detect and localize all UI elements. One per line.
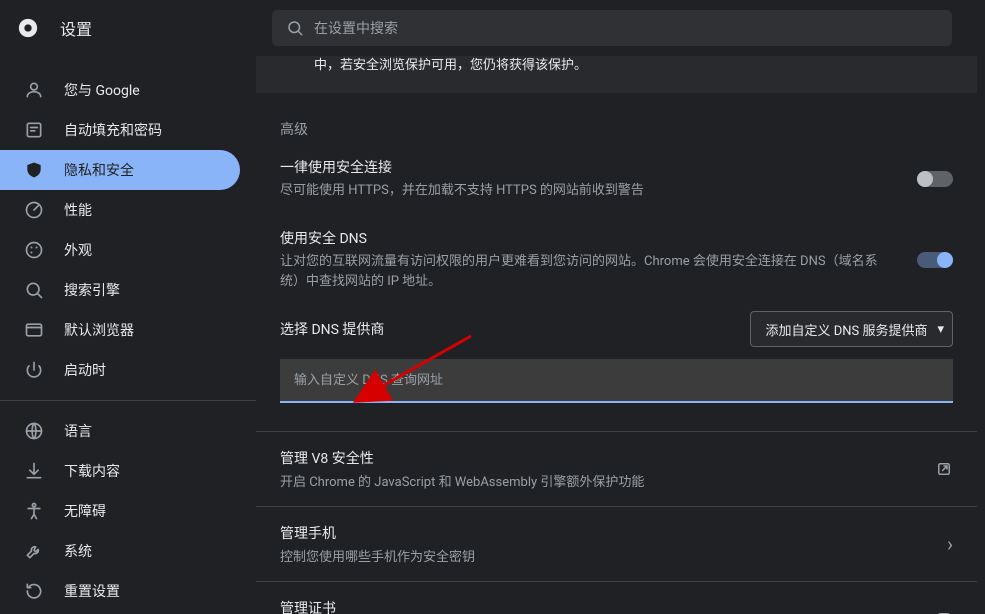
secure-dns-toggle[interactable]	[917, 252, 953, 268]
external-link-icon	[935, 460, 953, 478]
dns-provider-row: 选择 DNS 提供商 添加自定义 DNS 服务提供商 ▾	[256, 305, 977, 357]
sidebar-item-autofill[interactable]: 自动填充和密码	[0, 110, 240, 150]
always-https-row: 一律使用安全连接 尽可能使用 HTTPS，并在加载不支持 HTTPS 的网站前收…	[256, 143, 977, 215]
sidebar-item-downloads[interactable]: 下载内容	[0, 451, 240, 491]
sidebar-item-privacy[interactable]: 隐私和安全	[0, 150, 240, 190]
always-https-toggle[interactable]	[917, 171, 953, 187]
sidebar-item-label: 默认浏览器	[64, 320, 134, 340]
dns-provider-selected-value: 添加自定义 DNS 服务提供商	[765, 320, 927, 339]
globe-icon	[24, 421, 44, 441]
custom-dns-url-input[interactable]	[280, 359, 953, 403]
sidebar-item-label: 自动填充和密码	[64, 120, 162, 140]
manage-v8-security-row[interactable]: 管理 V8 安全性 开启 Chrome 的 JavaScript 和 WebAs…	[256, 431, 977, 506]
wrench-icon	[24, 541, 44, 561]
download-icon	[24, 461, 44, 481]
sidebar-item-performance[interactable]: 性能	[0, 190, 240, 230]
accessibility-icon	[24, 501, 44, 521]
search-icon	[24, 280, 44, 300]
radio-placeholder-icon	[280, 56, 300, 76]
window-icon	[24, 320, 44, 340]
sidebar-item-you-and-google[interactable]: 您与 Google	[0, 70, 240, 110]
settings-search-input[interactable]: 在设置中搜索	[272, 10, 952, 46]
sidebar-item-label: 您与 Google	[64, 80, 140, 100]
app-title: 设置	[60, 16, 92, 40]
sidebar-item-reset[interactable]: 重置设置	[0, 571, 240, 611]
chevron-down-icon: ▾	[937, 322, 944, 337]
manage-certs-title: 管理证书	[280, 598, 919, 614]
secure-dns-label: 使用安全 DNS	[280, 228, 893, 248]
reset-icon	[24, 581, 44, 601]
manage-v8-title: 管理 V8 安全性	[280, 448, 919, 468]
sidebar-item-label: 性能	[64, 200, 92, 220]
sidebar-item-label: 启动时	[64, 360, 106, 380]
sidebar-item-languages[interactable]: 语言	[0, 411, 240, 451]
safe-browsing-partial-text: 中，若安全浏览保护可用，您仍将获得该保护。	[314, 56, 587, 77]
top-bar: 设置 在设置中搜索	[0, 0, 985, 56]
sidebar-item-label: 搜索引擎	[64, 280, 120, 300]
manage-phone-sub: 控制您使用哪些手机作为安全密钥	[280, 546, 931, 565]
autofill-icon	[24, 120, 44, 140]
dns-provider-dropdown[interactable]: 添加自定义 DNS 服务提供商 ▾	[750, 311, 953, 347]
external-link-icon	[935, 610, 953, 614]
settings-sidebar: 您与 Google 自动填充和密码隐私和安全性能外观搜索引擎默认浏览器启动时语言下…	[0, 56, 256, 614]
power-icon	[24, 360, 44, 380]
sidebar-item-default-browser[interactable]: 默认浏览器	[0, 310, 240, 350]
secure-dns-row: 使用安全 DNS 让对您的互联网流量有访问权限的用户更难看到您访问的网站。Chr…	[256, 214, 977, 305]
manage-certificates-row[interactable]: 管理证书 管理 HTTPS/SSL 证书和设置	[256, 581, 977, 614]
sidebar-item-label: 隐私和安全	[64, 160, 134, 180]
sidebar-item-label: 系统	[64, 541, 92, 561]
sidebar-item-label: 语言	[64, 421, 92, 441]
manage-phone-title: 管理手机	[280, 523, 931, 543]
sidebar-item-accessibility[interactable]: 无障碍	[0, 491, 240, 531]
search-icon	[286, 19, 304, 37]
sidebar-item-label: 无障碍	[64, 501, 106, 521]
sidebar-item-label: 外观	[64, 240, 92, 260]
sidebar-item-on-startup[interactable]: 启动时	[0, 350, 240, 390]
sidebar-item-system[interactable]: 系统	[0, 531, 240, 571]
chevron-right-icon: ›	[947, 532, 953, 556]
person-icon	[24, 80, 44, 100]
safe-browsing-card-tail: 中，若安全浏览保护可用，您仍将获得该保护。	[256, 56, 977, 93]
sidebar-item-search-engine[interactable]: 搜索引擎	[0, 270, 240, 310]
search-placeholder-text: 在设置中搜索	[314, 18, 398, 38]
sidebar-item-label: 下载内容	[64, 461, 120, 481]
sidebar-item-appearance[interactable]: 外观	[0, 230, 240, 270]
advanced-section-heading: 高级	[256, 93, 977, 143]
manage-phone-row[interactable]: 管理手机 控制您使用哪些手机作为安全密钥 ›	[256, 506, 977, 581]
sidebar-separator	[0, 400, 256, 401]
speed-icon	[24, 200, 44, 220]
always-https-label: 一律使用安全连接	[280, 157, 893, 177]
palette-icon	[24, 240, 44, 260]
chrome-logo-icon	[16, 16, 40, 40]
secure-dns-sublabel: 让对您的互联网流量有访问权限的用户更难看到您访问的网站。Chrome 会使用安全…	[280, 252, 893, 291]
always-https-sublabel: 尽可能使用 HTTPS，并在加载不支持 HTTPS 的网站前收到警告	[280, 181, 893, 201]
manage-v8-sub: 开启 Chrome 的 JavaScript 和 WebAssembly 引擎额…	[280, 471, 919, 490]
shield-icon	[24, 160, 44, 180]
sidebar-item-label: 重置设置	[64, 581, 120, 601]
dns-provider-label: 选择 DNS 提供商	[280, 319, 750, 339]
